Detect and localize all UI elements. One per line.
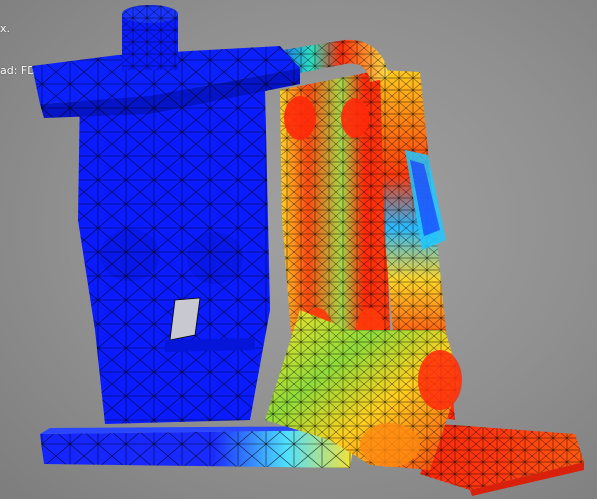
fea-3d-viewport[interactable]: x. ad: FDS min = 0.11 [0, 0, 597, 499]
foot-plate [420, 424, 584, 496]
fea-mesh-model [32, 5, 584, 496]
clamp-body [78, 88, 270, 424]
clamp-pin [122, 5, 178, 70]
